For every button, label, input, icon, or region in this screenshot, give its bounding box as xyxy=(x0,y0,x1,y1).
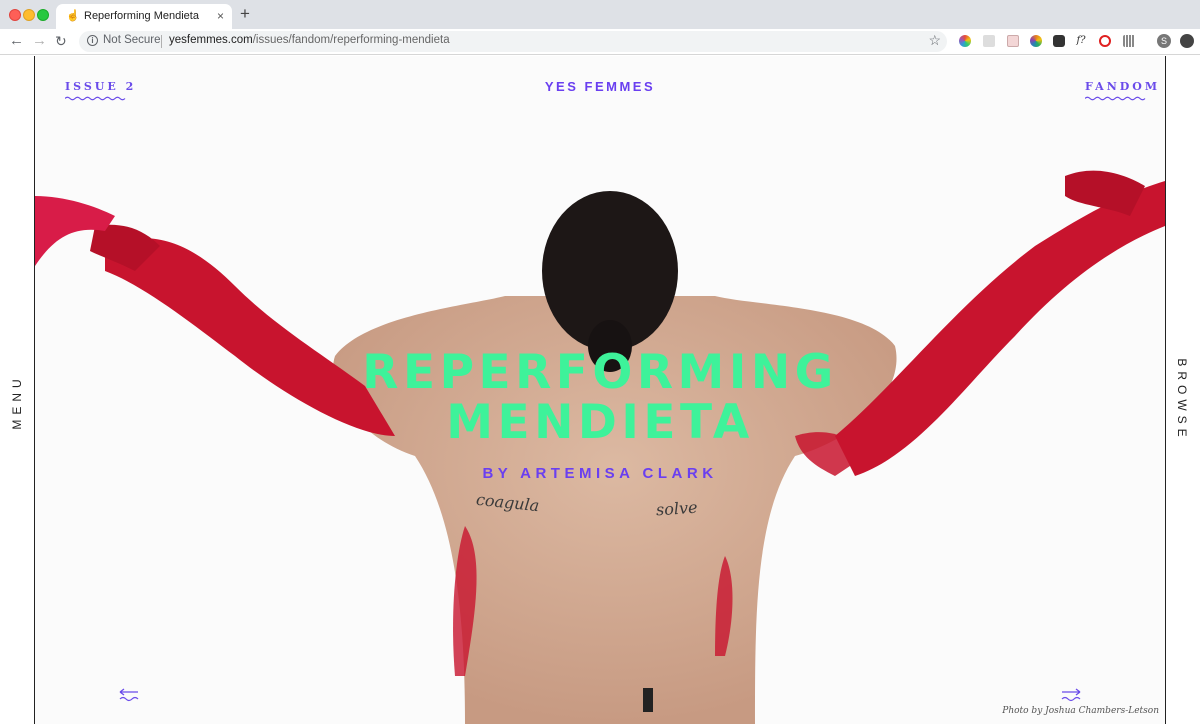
menu-link[interactable]: MENU xyxy=(10,374,24,429)
back-arrow-icon[interactable]: ← xyxy=(9,32,24,50)
reload-icon[interactable]: ↻ xyxy=(55,32,67,50)
maximize-window-button[interactable] xyxy=(37,9,49,21)
url-path: /issues/fandom/reperforming-mendieta xyxy=(252,34,450,46)
browse-link[interactable]: BROWSE xyxy=(1175,358,1189,441)
info-icon[interactable]: i xyxy=(87,35,98,46)
issue-underline-wave xyxy=(65,96,126,101)
previous-arrow-icon[interactable] xyxy=(118,688,140,702)
photo-credit: Photo by Joshua Chambers-Letson xyxy=(1002,706,1159,716)
hand-favicon-icon: ☝ xyxy=(66,10,80,22)
address-bar[interactable]: i Not Secure yesfemmes.com/issues/fandom… xyxy=(79,31,947,52)
section-link-fandom[interactable]: FANDOM xyxy=(1085,80,1160,93)
cube-icon[interactable] xyxy=(1053,35,1065,47)
tattoo-solve: solve xyxy=(655,497,699,520)
article-title: REPERFORMING MENDIETA xyxy=(35,348,1165,448)
browser-tabstrip: ☝ Reperforming Mendieta × + xyxy=(0,0,1200,29)
forward-arrow-icon[interactable]: → xyxy=(32,32,47,50)
url-text[interactable]: yesfemmes.com/issues/fandom/reperforming… xyxy=(169,34,450,46)
new-tab-button[interactable]: + xyxy=(240,5,250,23)
tab-title: Reperforming Mendieta xyxy=(84,10,199,22)
barcode-icon[interactable] xyxy=(1123,35,1135,47)
page-icon[interactable] xyxy=(983,35,995,47)
article-title-line-1: REPERFORMING xyxy=(362,345,838,400)
url-host: yesfemmes.com xyxy=(169,34,253,46)
close-window-button[interactable] xyxy=(9,9,21,21)
minimize-window-button[interactable] xyxy=(23,9,35,21)
tag-icon[interactable] xyxy=(1007,35,1019,47)
fandom-underline-wave xyxy=(1085,96,1146,101)
webpage: MENU BROWSE coagula solve ISSUE 2 YES FE… xyxy=(0,56,1200,724)
security-label[interactable]: Not Secure xyxy=(103,34,161,46)
browser-tab[interactable]: ☝ Reperforming Mendieta × xyxy=(56,4,232,29)
right-rail-divider xyxy=(1165,56,1166,724)
menu-kebab-icon[interactable] xyxy=(1180,34,1194,48)
next-arrow-icon[interactable] xyxy=(1060,688,1082,702)
hero-section: coagula solve ISSUE 2 YES FEMMES FANDOM … xyxy=(35,56,1165,724)
article-byline: BY ARTEMISA CLARK xyxy=(482,465,718,482)
tab-close-icon[interactable]: × xyxy=(217,9,224,23)
bookmark-star-icon[interactable]: ☆ xyxy=(928,32,941,49)
blocker-icon[interactable] xyxy=(1099,35,1111,47)
font-icon[interactable]: f? xyxy=(1075,35,1087,47)
omnibox-separator xyxy=(161,35,162,48)
color-wheel-icon[interactable] xyxy=(959,35,971,47)
palette-icon[interactable] xyxy=(1030,35,1042,47)
article-title-line-2: MENDIETA xyxy=(446,395,754,450)
site-logo[interactable]: YES FEMMES xyxy=(35,79,1165,94)
profile-avatar[interactable]: S xyxy=(1157,34,1171,48)
browser-toolbar: ← → ↻ i Not Secure yesfemmes.com/issues/… xyxy=(0,29,1200,55)
